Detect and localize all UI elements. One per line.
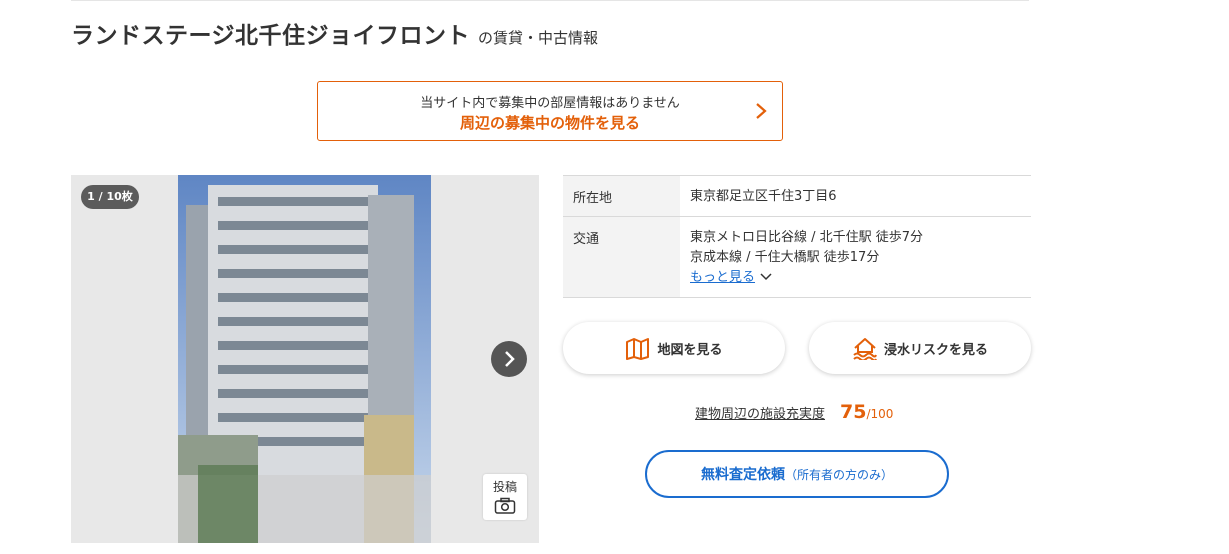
assessment-label: 無料査定依頼 [700, 467, 785, 483]
flood-risk-button[interactable]: 浸水リスクを見る [809, 322, 1031, 374]
post-label: 投稿 [492, 480, 517, 494]
flood-risk-label: 浸水リスクを見る [883, 342, 988, 358]
facility-score-value: 75 [840, 401, 867, 423]
more-transit-link[interactable]: もっと見る [690, 268, 1031, 288]
transit-label: 交通 [563, 216, 680, 298]
photo-gallery[interactable]: 1 / 10枚 投稿 [71, 175, 539, 543]
transit-row: 交通 東京メトロ日比谷線 / 北千住駅 徒歩7分 京成本線 / 千住大橋駅 徒歩… [563, 216, 1031, 298]
building-photo [178, 175, 431, 543]
address-value: 東京都足立区千住3丁目6 [680, 175, 1031, 217]
facility-score: 建物周辺の施設充実度 75 /100 [695, 401, 893, 423]
address-row: 所在地 東京都足立区千住3丁目6 [563, 175, 1031, 217]
photo-counter: 1 / 10枚 [81, 185, 139, 209]
camera-icon [494, 497, 516, 514]
top-divider [71, 0, 1029, 1]
property-info-table: 所在地 東京都足立区千住3丁目6 交通 東京メトロ日比谷線 / 北千住駅 徒歩7… [563, 175, 1031, 298]
nearby-listings-link[interactable]: 周辺の募集中の物件を見る [318, 112, 782, 133]
nearby-listings-banner[interactable]: 当サイト内で募集中の部屋情報はありません 周辺の募集中の物件を見る [317, 81, 783, 141]
next-photo-button[interactable] [491, 341, 527, 377]
chevron-right-icon [756, 103, 767, 119]
page-header: ランドステージ北千住ジョイフロント の賃貸・中古情報 [71, 16, 598, 50]
transit-line: 東京メトロ日比谷線 / 北千住駅 徒歩7分 [690, 230, 924, 245]
no-rooms-message: 当サイト内で募集中の部屋情報はありません [420, 96, 680, 111]
view-map-button[interactable]: 地図を見る [563, 322, 785, 374]
facility-score-link[interactable]: 建物周辺の施設充実度 [695, 403, 825, 422]
assessment-note: （所有者の方のみ） [784, 468, 893, 482]
view-map-label: 地図を見る [657, 342, 723, 358]
flood-house-icon [853, 338, 877, 360]
address-label: 所在地 [563, 175, 680, 217]
free-assessment-button[interactable]: 無料査定依頼（所有者の方のみ） [645, 450, 949, 498]
page-title: ランドステージ北千住ジョイフロント [71, 23, 471, 49]
transit-value: 東京メトロ日比谷線 / 北千住駅 徒歩7分 京成本線 / 千住大橋駅 徒歩17分… [680, 216, 1031, 298]
map-icon [626, 338, 650, 360]
more-link-label[interactable]: もっと見る [690, 270, 755, 285]
chevron-right-icon [505, 351, 515, 367]
transit-line: 京成本線 / 千住大橋駅 徒歩17分 [690, 250, 880, 265]
page-subtitle: の賃貸・中古情報 [478, 29, 599, 47]
chevron-down-icon [760, 273, 772, 281]
post-photo-button[interactable]: 投稿 [483, 474, 527, 520]
facility-score-max: /100 [866, 407, 894, 421]
